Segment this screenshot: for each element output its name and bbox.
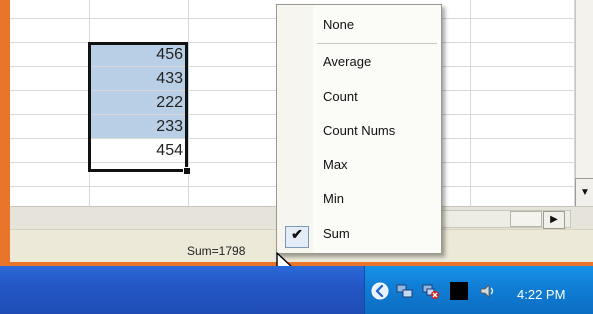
- network-error-icon[interactable]: [422, 282, 440, 300]
- clock-time[interactable]: 4:22 PM: [517, 287, 565, 302]
- cell-value[interactable]: 433: [89, 67, 189, 90]
- cell-value[interactable]: 456: [89, 43, 189, 66]
- menu-item-sum-label: Sum: [323, 226, 350, 241]
- selected-range[interactable]: 456 433 222 233 454: [89, 43, 189, 173]
- grid-line: [470, 0, 471, 206]
- fill-handle[interactable]: [183, 167, 191, 175]
- speaker-icon[interactable]: [478, 282, 496, 300]
- menu-item-average[interactable]: Average: [277, 48, 441, 76]
- checkmark-icon: ✔: [291, 226, 303, 242]
- vertical-scrollbar[interactable]: [575, 0, 593, 178]
- network-icon[interactable]: [396, 282, 414, 300]
- cell-value[interactable]: 222: [89, 91, 189, 114]
- chevron-left-icon[interactable]: [371, 282, 389, 300]
- status-function-menu: None Average Count Count Nums Max Min ✔ …: [276, 4, 442, 254]
- menu-item-count[interactable]: Count: [277, 83, 441, 111]
- status-sum[interactable]: Sum=1798: [187, 244, 245, 258]
- horizontal-scroll-thumb[interactable]: [510, 211, 542, 227]
- menu-item-sum[interactable]: ✔ Sum: [277, 220, 441, 248]
- menu-item-none[interactable]: None: [277, 11, 441, 39]
- black-window-icon[interactable]: [450, 282, 468, 300]
- cell-value-active[interactable]: 454: [89, 139, 189, 162]
- menu-item-count-nums[interactable]: Count Nums: [277, 117, 441, 145]
- menu-item-min[interactable]: Min: [277, 185, 441, 213]
- menu-item-max[interactable]: Max: [277, 151, 441, 179]
- scroll-down-button[interactable]: ▼: [575, 178, 593, 208]
- menu-separator: [317, 43, 437, 44]
- cell-value[interactable]: 233: [89, 115, 189, 138]
- scroll-right-button[interactable]: ▶: [543, 211, 565, 229]
